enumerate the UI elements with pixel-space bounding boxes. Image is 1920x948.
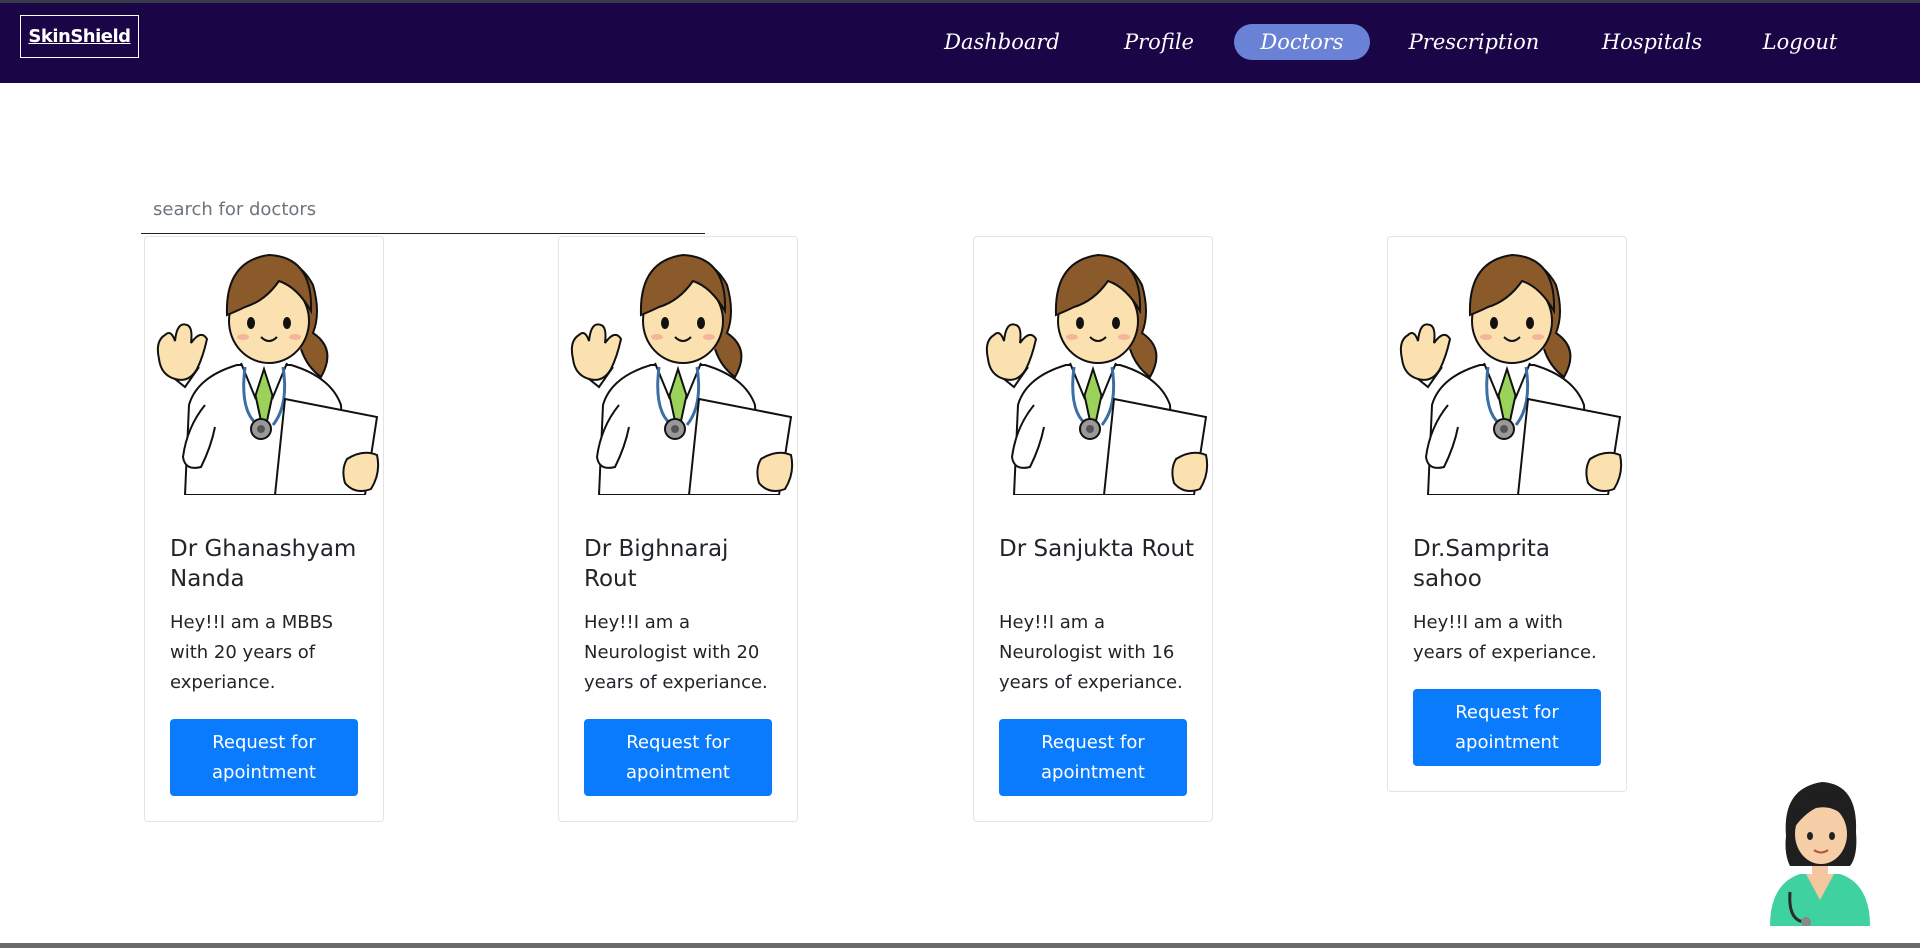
doctor-name: Dr Bighnaraj Rout xyxy=(584,536,729,592)
doctor-name: Dr Sanjukta Rout xyxy=(999,536,1195,562)
female-doctor-cartoon-icon xyxy=(559,237,797,495)
doctor-name: Dr.Samprita sahoo xyxy=(1413,536,1551,592)
nav-dashboard[interactable]: Dashboard xyxy=(938,24,1066,60)
doctor-name: Dr Ghanashyam Nanda xyxy=(170,536,357,592)
top-navbar: SkinShield Dashboard Profile Doctors Pre… xyxy=(0,3,1920,83)
brand-logo[interactable]: SkinShield xyxy=(20,15,139,58)
female-doctor-cartoon-icon xyxy=(145,237,383,495)
nav-logout[interactable]: Logout xyxy=(1760,24,1840,60)
doctor-card: Dr Sanjukta Rout Hey!!I am a Neurologist… xyxy=(973,236,1213,822)
doctor-card: Dr Ghanashyam Nanda Hey!!I am a MBBS wit… xyxy=(144,236,384,822)
doctor-bio: Hey!!I am a Neurologist with 20 years of… xyxy=(584,612,768,693)
nav-hospitals[interactable]: Hospitals xyxy=(1596,24,1708,60)
request-appointment-button[interactable]: Request for apointment xyxy=(170,719,358,796)
request-appointment-button[interactable]: Request for apointment xyxy=(1413,689,1601,766)
doctor-bio: Hey!!I am a MBBS with 20 years of experi… xyxy=(170,612,334,693)
nav-profile[interactable]: Profile xyxy=(1118,24,1200,60)
nav-doctors[interactable]: Doctors xyxy=(1234,24,1370,60)
request-appointment-button[interactable]: Request for apointment xyxy=(584,719,772,796)
chat-assistant-nurse-icon[interactable] xyxy=(1760,774,1880,926)
nav-prescription[interactable]: Prescription xyxy=(1404,24,1544,60)
request-appointment-button[interactable]: Request for apointment xyxy=(999,719,1187,796)
window-bottom-border xyxy=(0,943,1920,948)
doctor-card: Dr.Samprita sahoo Hey!!I am a with years… xyxy=(1387,236,1627,792)
female-doctor-cartoon-icon xyxy=(974,237,1212,495)
doctor-card: Dr Bighnaraj Rout Hey!!I am a Neurologis… xyxy=(558,236,798,822)
doctor-bio: Hey!!I am a with years of experiance. xyxy=(1413,612,1597,663)
doctor-search-input[interactable] xyxy=(141,186,705,234)
doctor-bio: Hey!!I am a Neurologist with 16 years of… xyxy=(999,612,1183,693)
female-doctor-cartoon-icon xyxy=(1388,237,1626,495)
